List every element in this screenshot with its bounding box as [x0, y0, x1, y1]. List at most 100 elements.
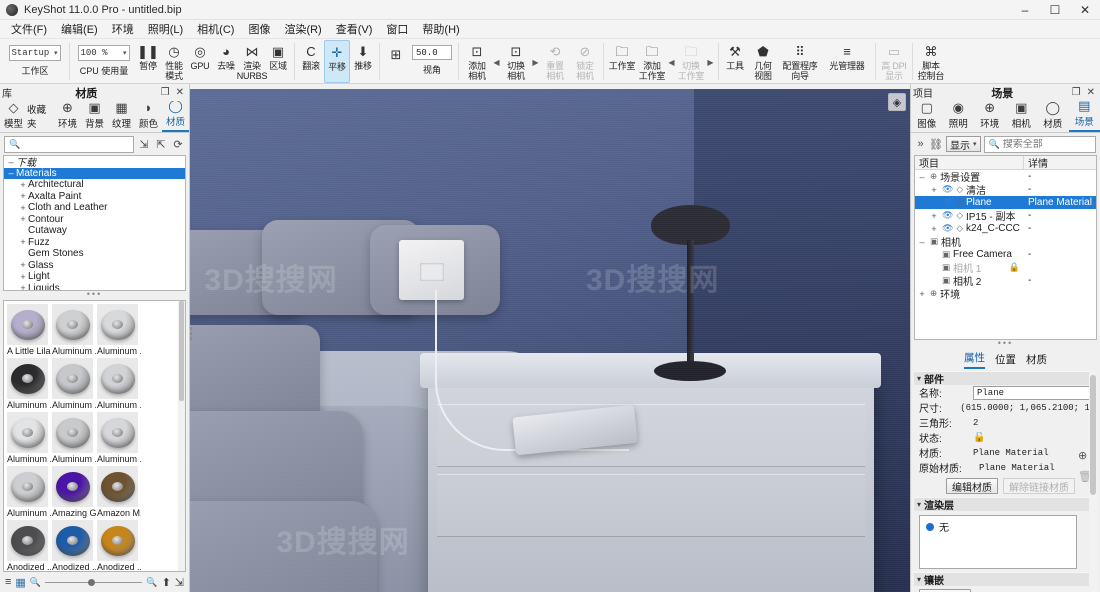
studio-button[interactable]: 🗀 工作室 — [607, 40, 637, 83]
float-panel-icon[interactable]: ❐ — [161, 87, 170, 98]
minimize-button[interactable]: – — [1010, 0, 1040, 20]
expander-icon[interactable]: + — [929, 224, 939, 234]
gpu-button[interactable]: ◎ GPU — [187, 40, 213, 83]
visibility-eye-icon[interactable]: 👁 — [942, 223, 953, 234]
library-tree[interactable]: – 下载 – Materials + Architectural + Axalt… — [3, 155, 186, 291]
material-thumbnail[interactable] — [52, 304, 93, 345]
material-thumbnail-cell[interactable]: A Little Lila... — [7, 304, 52, 356]
material-thumbnail[interactable] — [97, 358, 138, 399]
tab-camera[interactable]: ▣ 相机 — [1006, 100, 1038, 132]
add-studio-button[interactable]: 🗀 添加 工作室 — [637, 40, 667, 83]
material-thumbnail-cell[interactable]: Aluminum ... — [52, 412, 97, 464]
tree-node-architectural[interactable]: + Architectural — [4, 179, 185, 191]
menu-edit[interactable]: 编辑(E) — [54, 19, 105, 39]
close-panel-icon[interactable]: ✕ — [1087, 87, 1095, 98]
render-viewport[interactable]: 3D搜搜网 3D搜搜网 3D搜搜网 ◈ — [190, 89, 910, 592]
configurator-wizard-button[interactable]: ⠿ 配置程序 向导 — [778, 40, 822, 83]
material-thumbnail-cell[interactable]: Anodized ... — [7, 520, 52, 571]
material-thumbnail[interactable] — [7, 304, 48, 345]
material-thumbnail[interactable] — [97, 520, 138, 561]
menu-file[interactable]: 文件(F) — [4, 19, 54, 39]
tab-image[interactable]: ▢ 图像 — [911, 100, 943, 132]
visibility-eye-icon[interactable]: 👁 — [942, 184, 953, 195]
material-thumbnail[interactable] — [7, 466, 48, 507]
panel-splitter[interactable]: ••• — [0, 290, 189, 300]
expander-icon[interactable]: + — [18, 203, 28, 213]
material-thumbnail-cell[interactable]: Aluminum ... — [7, 412, 52, 464]
material-thumbnail-cell[interactable]: Anodized ... — [52, 520, 97, 571]
unlock-icon[interactable]: 🔓 — [973, 432, 985, 444]
grid-view-icon[interactable]: ▦ — [15, 576, 25, 589]
maximize-button[interactable]: ☐ — [1040, 0, 1070, 20]
perspective-input[interactable]: 50.0 — [412, 45, 452, 60]
menu-environment[interactable]: 环境 — [105, 19, 141, 39]
scene-search-input[interactable] — [1002, 138, 1091, 150]
list-view-icon[interactable]: ≡ — [5, 576, 11, 588]
tab-environment[interactable]: ⊕ 环境 — [974, 100, 1006, 132]
upload-icon[interactable]: ⬆ — [162, 576, 171, 589]
slider-knob[interactable] — [87, 578, 95, 586]
section-part[interactable]: ▾ 部件 — [914, 371, 1097, 386]
material-thumbnail[interactable] — [52, 520, 93, 561]
properties-scrollbar[interactable] — [1089, 371, 1097, 592]
light-manager-button[interactable]: ≡ 光管理器 — [822, 40, 872, 83]
denoise-button[interactable]: ◕ 去噪 — [213, 40, 239, 83]
scene-search-box[interactable]: 🔍 — [983, 135, 1096, 153]
tab-models[interactable]: ◇ 模型 — [0, 100, 27, 132]
material-thumbnail-cell[interactable]: Amazon M... — [97, 466, 142, 518]
tab-colors[interactable]: ◗ 颜色 — [135, 100, 162, 132]
tab-position[interactable]: 位置 — [995, 352, 1016, 369]
material-thumbnail-cell[interactable]: Aluminum ... — [7, 466, 52, 518]
menu-help[interactable]: 帮助(H) — [415, 19, 466, 39]
scene-tree-row[interactable]: + 👁 ◇ 清洁 - — [915, 183, 1096, 197]
tab-backplates[interactable]: ▣ 背景 — [81, 100, 108, 132]
tree-node-cloth-and-leather[interactable]: + Cloth and Leather — [4, 202, 185, 214]
reset-camera-button[interactable]: ⟲ 重置 相机 — [540, 40, 570, 83]
material-thumbnail-cell[interactable]: Amazing G... — [52, 466, 97, 518]
region-button[interactable]: ▣ 区域 — [265, 40, 291, 83]
close-panel-icon[interactable]: ✕ — [176, 87, 184, 98]
expander-icon[interactable]: + — [18, 214, 28, 224]
display-dropdown[interactable]: 显示 ▾ — [946, 136, 981, 152]
material-grid-scrollbar[interactable] — [178, 301, 185, 571]
lock-camera-button[interactable]: ⊘ 锁定 相机 — [570, 40, 600, 83]
perspective-icon-button[interactable]: ⊞ — [383, 40, 409, 83]
properties-scroll-area[interactable]: ▾ 部件 名称: Plane 尺寸: (615.0000; 1,065.2100… — [914, 371, 1097, 592]
cpu-usage-combo[interactable]: 100 % ▾ — [77, 45, 130, 61]
expander-icon[interactable]: + — [18, 180, 28, 190]
section-render-layers[interactable]: ▾ 渲染层 — [914, 497, 1097, 512]
material-thumbnail-cell[interactable]: Aluminum ... — [97, 304, 142, 356]
section-tessellation[interactable]: ▾ 镶嵌 — [914, 572, 1097, 587]
collapse-all-icon[interactable]: » — [915, 138, 926, 150]
render-layer-item[interactable]: 无 — [920, 516, 1076, 534]
expander-icon[interactable]: + — [929, 211, 939, 221]
material-thumbnail[interactable] — [7, 358, 48, 399]
material-thumbnail[interactable] — [52, 358, 93, 399]
menu-window[interactable]: 窗口 — [379, 19, 415, 39]
tab-materials[interactable]: ◯ 材质 — [162, 98, 189, 132]
tab-properties[interactable]: 属性 — [964, 350, 985, 369]
expander-icon[interactable]: + — [18, 237, 28, 247]
menu-render[interactable]: 渲染(R) — [277, 19, 328, 39]
lock-icon[interactable]: 🔒 — [1009, 262, 1024, 273]
dolly-button[interactable]: ⬇ 推移 — [350, 40, 376, 83]
material-thumbnail-cell[interactable]: Aluminum ... — [52, 304, 97, 356]
expander-icon[interactable]: – — [917, 172, 927, 182]
tab-material[interactable]: ◯ 材质 — [1037, 100, 1069, 132]
expander-icon[interactable]: + — [18, 191, 28, 201]
material-thumbnail-cell[interactable]: Anodized ... — [97, 520, 142, 571]
material-thumbnail[interactable] — [7, 520, 48, 561]
tree-node-light[interactable]: + Light — [4, 271, 185, 283]
material-thumbnail[interactable] — [97, 412, 138, 453]
tab-scene[interactable]: ▤ 场景 — [1068, 98, 1100, 132]
tab-materials-prop[interactable]: 材质 — [1026, 352, 1047, 369]
tree-node-glass[interactable]: + Glass — [4, 260, 185, 272]
tree-node-contour[interactable]: + Contour — [4, 214, 185, 226]
material-thumbnail[interactable] — [97, 304, 138, 345]
tree-node-gem-stones[interactable]: Gem Stones — [4, 248, 185, 260]
zoom-in-icon[interactable]: 🔍 — [146, 577, 157, 588]
folder-icon[interactable]: ⇲ — [175, 576, 184, 589]
material-grid[interactable]: A Little Lila...Aluminum ...Aluminum ...… — [3, 300, 186, 572]
tree-node-fuzz[interactable]: + Fuzz — [4, 237, 185, 249]
tab-textures[interactable]: ▦ 纹理 — [108, 100, 135, 132]
